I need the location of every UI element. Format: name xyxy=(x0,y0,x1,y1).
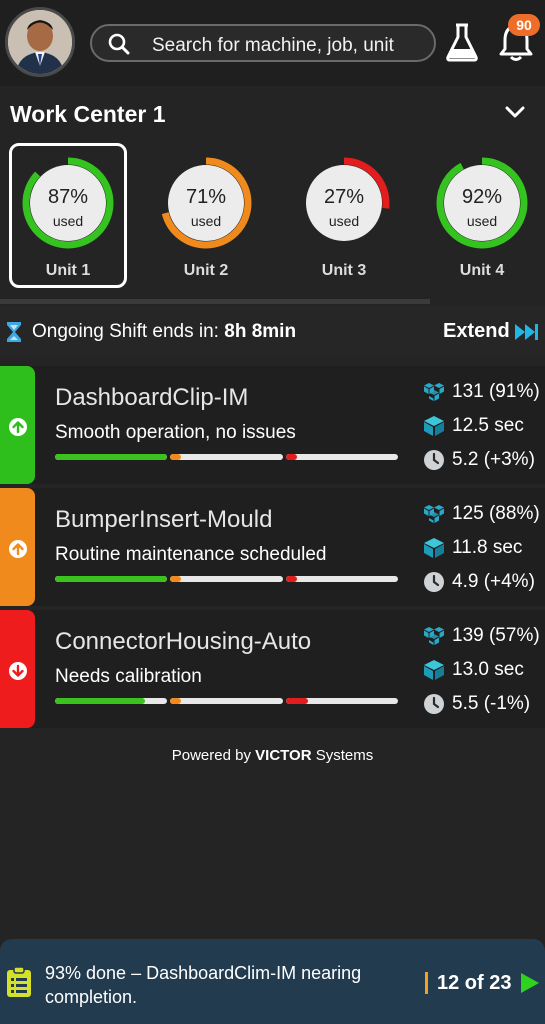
part-count: 139 (57%) xyxy=(452,625,540,646)
progress-segment xyxy=(55,454,167,460)
time-delta: 5.2 (+3%) xyxy=(452,449,535,470)
arrow-down-circle-icon xyxy=(9,662,27,680)
search-icon xyxy=(108,33,130,55)
time-delta: 4.9 (+4%) xyxy=(452,571,535,592)
progress-fill xyxy=(286,454,298,460)
progress-segment xyxy=(55,698,167,704)
powered-prefix: Powered by xyxy=(171,747,251,764)
shift-bar: Ongoing Shift ends in: 8h 8min Extend xyxy=(0,306,545,356)
progress-fill xyxy=(55,454,167,460)
unit-name: Unit 3 xyxy=(321,262,367,279)
powered-by: Powered by VICTOR Systems xyxy=(0,747,545,764)
progress-segment xyxy=(286,454,398,460)
box-icon xyxy=(423,537,445,564)
unit-used-label: used xyxy=(328,213,360,229)
section-divider xyxy=(0,299,430,304)
progress-segment xyxy=(286,576,398,582)
progress-fill xyxy=(286,576,298,582)
progress-segment xyxy=(170,454,283,460)
part-count: 131 (91%) xyxy=(452,381,540,402)
unit-used-label: used xyxy=(52,213,84,229)
part-count: 125 (88%) xyxy=(452,503,540,524)
chevron-down-icon[interactable] xyxy=(503,100,527,124)
progress-fill xyxy=(286,698,309,704)
unit-percent: 92% xyxy=(461,186,503,208)
progress-segment xyxy=(170,576,283,582)
job-name: DashboardClip-IM xyxy=(55,384,249,411)
search-bar[interactable]: Search for machine, job, unit xyxy=(90,24,436,62)
progress-fill xyxy=(170,454,182,460)
unit-used-label: used xyxy=(190,213,222,229)
job-status: Smooth operation, no issues xyxy=(55,422,296,443)
unit-percent: 27% xyxy=(323,186,365,208)
job-status: Routine maintenance scheduled xyxy=(55,544,327,565)
job-name: ConnectorHousing-Auto xyxy=(55,628,312,655)
hourglass-icon xyxy=(7,322,21,342)
job-name: BumperInsert-Mould xyxy=(55,506,273,533)
powered-suffix: Systems xyxy=(315,747,374,764)
notification-badge: 90 xyxy=(508,14,540,36)
shift-countdown: Ongoing Shift ends in: 8h 8min xyxy=(32,321,296,343)
progress-fill xyxy=(170,576,182,582)
powered-brand: VICTOR xyxy=(255,747,312,764)
unit-name: Unit 2 xyxy=(183,262,229,279)
box-icon xyxy=(423,659,445,686)
progress-fill xyxy=(170,698,182,704)
progress-fill xyxy=(55,698,145,704)
search-input[interactable]: Search for machine, job, unit xyxy=(152,35,394,57)
unit-name: Unit 1 xyxy=(45,262,91,279)
unit-card-4[interactable]: 92% used Unit 4 xyxy=(423,143,541,288)
top-bar: Search for machine, job, unit 90 xyxy=(0,0,545,86)
progress-segment xyxy=(286,698,398,704)
avatar[interactable] xyxy=(5,7,75,77)
cubes-icon xyxy=(423,626,445,651)
avatar-image xyxy=(8,10,72,74)
cycle-time: 11.8 sec xyxy=(452,537,523,558)
unit-card-1[interactable]: 87% used Unit 1 xyxy=(9,143,127,288)
clock-icon xyxy=(423,449,445,476)
footer-divider xyxy=(425,972,428,994)
cycle-time: 12.5 sec xyxy=(452,415,524,436)
job-card[interactable]: DashboardClip-IM Smooth operation, no iss… xyxy=(0,366,545,484)
progress-segment xyxy=(55,576,167,582)
unit-percent: 87% xyxy=(47,186,89,208)
unit-card-3[interactable]: 27% used Unit 3 xyxy=(285,143,403,288)
flask-icon[interactable] xyxy=(445,22,479,62)
unit-name: Unit 4 xyxy=(459,262,505,279)
page-counter: 12 of 23 xyxy=(437,972,512,994)
work-center-title: Work Center 1 xyxy=(10,101,166,127)
job-status: Needs calibration xyxy=(55,666,202,687)
cubes-icon xyxy=(423,382,445,407)
arrow-up-circle-icon xyxy=(9,418,27,436)
time-delta: 5.5 (-1%) xyxy=(452,693,531,714)
box-icon xyxy=(423,415,445,442)
fast-forward-icon[interactable] xyxy=(514,323,540,341)
play-next-icon[interactable] xyxy=(520,972,540,994)
job-card[interactable]: BumperInsert-Mould Routine maintenance sc… xyxy=(0,488,545,606)
unit-percent: 71% xyxy=(185,186,227,208)
clipboard-icon xyxy=(7,966,31,997)
extend-button[interactable]: Extend xyxy=(443,320,510,343)
arrow-up-circle-icon xyxy=(9,540,27,558)
footer-message: 93% done – DashboardClim-IM nearing comp… xyxy=(45,963,362,1007)
clock-icon xyxy=(423,571,445,598)
progress-footer[interactable]: 93% done – DashboardClim-IM nearing comp… xyxy=(0,939,545,1024)
progress-fill xyxy=(55,576,167,582)
clock-icon xyxy=(423,693,445,720)
unit-used-label: used xyxy=(466,213,498,229)
unit-card-2[interactable]: 71% used Unit 2 xyxy=(147,143,265,288)
progress-segment xyxy=(170,698,283,704)
job-card[interactable]: ConnectorHousing-Auto Needs calibration 13… xyxy=(0,610,545,728)
shift-remaining: 8h 8min xyxy=(224,321,297,342)
cycle-time: 13.0 sec xyxy=(452,659,524,680)
shift-label: Ongoing Shift ends in: xyxy=(32,321,219,342)
cubes-icon xyxy=(423,504,445,529)
